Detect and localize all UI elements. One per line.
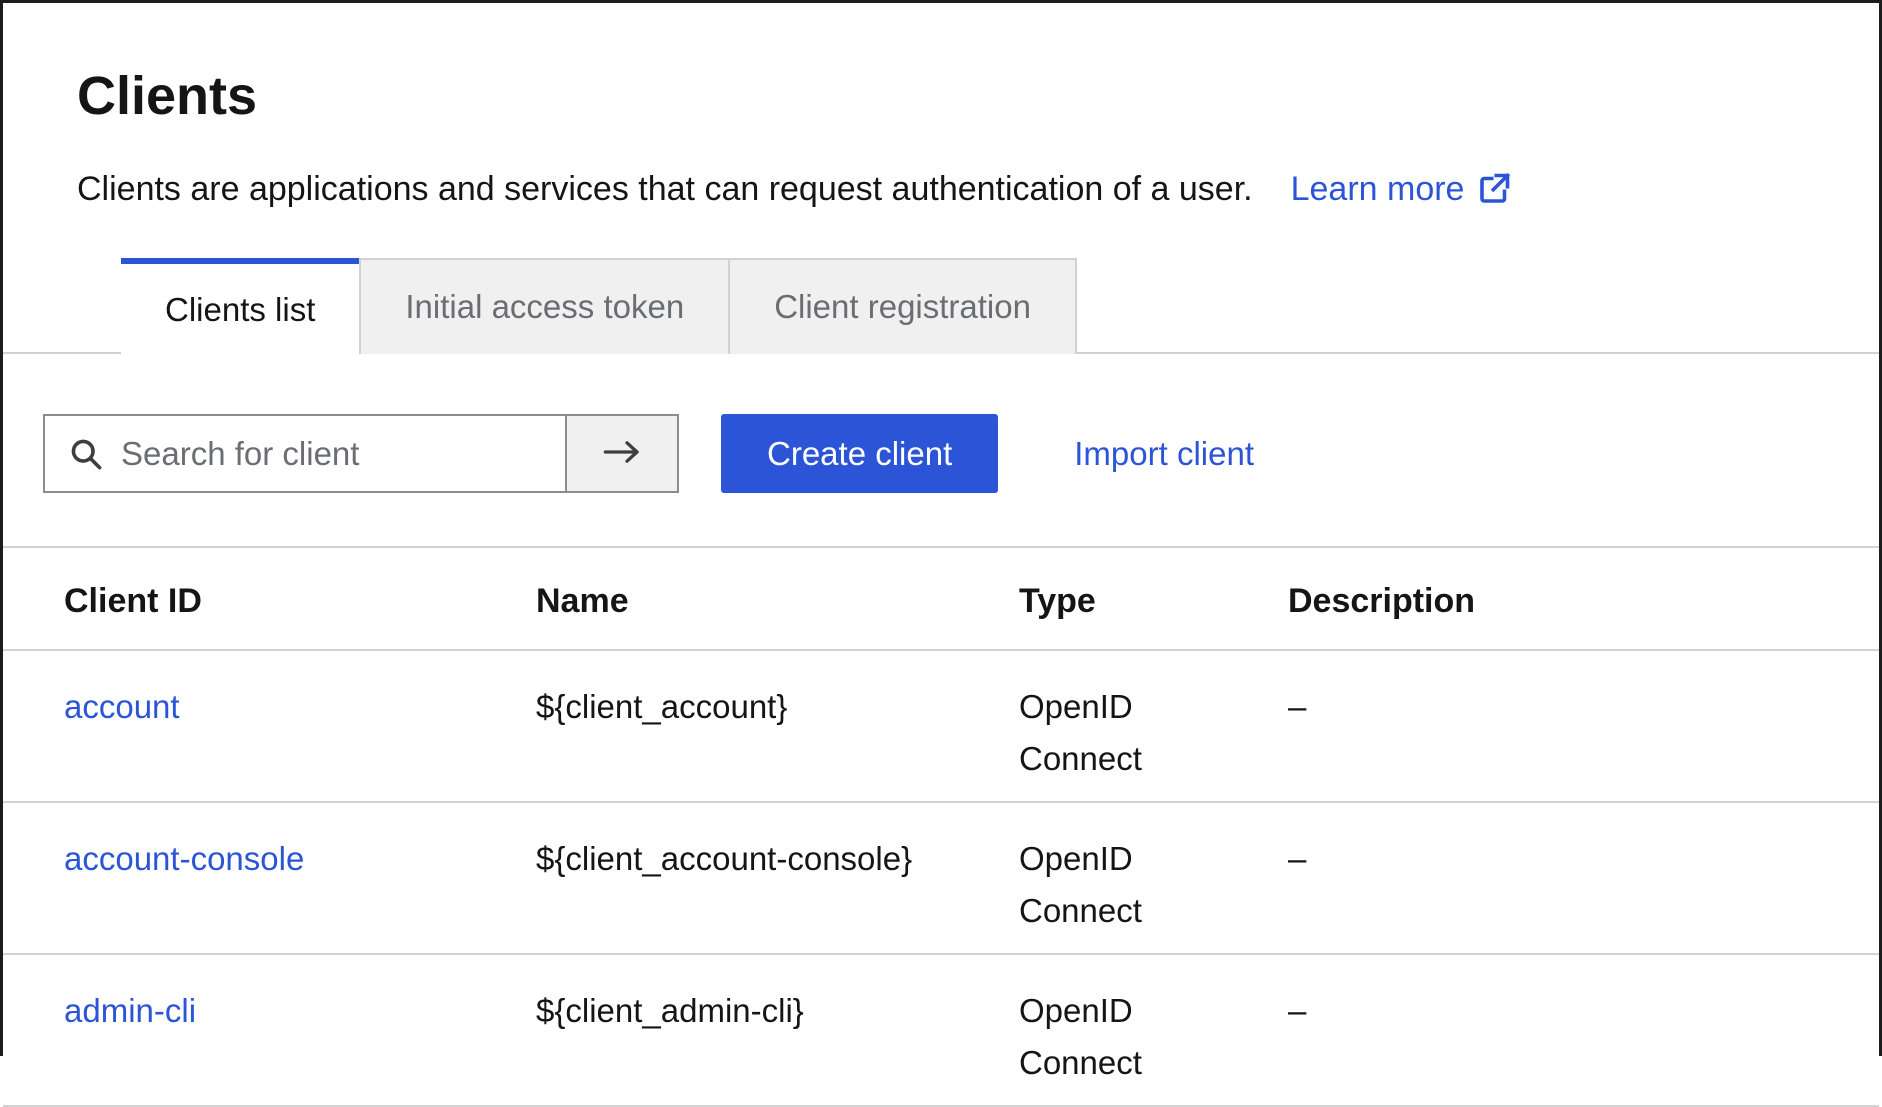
search-submit-button[interactable] <box>565 416 677 491</box>
client-description: – <box>1288 954 1879 1106</box>
client-type: OpenID Connect <box>1019 985 1184 1089</box>
tab-client-registration[interactable]: Client registration <box>730 258 1077 354</box>
column-header-description: Description <box>1288 548 1879 650</box>
client-id-link[interactable]: account-console <box>64 840 304 877</box>
client-name: ${client_admin-cli} <box>536 954 1019 1106</box>
toolbar: Create client Import client <box>3 354 1879 548</box>
client-name: ${client_account} <box>536 650 1019 802</box>
page-description-text: Clients are applications and services th… <box>77 167 1253 211</box>
client-description: – <box>1288 802 1879 954</box>
tab-label: Clients list <box>165 291 315 329</box>
tab-label: Initial access token <box>405 288 684 326</box>
column-header-name: Name <box>536 548 1019 650</box>
arrow-right-icon <box>602 437 642 470</box>
table-row: account-console ${client_account-console… <box>3 802 1879 954</box>
import-client-link[interactable]: Import client <box>1074 435 1254 473</box>
client-id-link[interactable]: account <box>64 688 180 725</box>
tab-label: Client registration <box>774 288 1031 326</box>
tab-bar: Clients list Initial access token Client… <box>3 258 1879 354</box>
create-client-button[interactable]: Create client <box>721 414 998 493</box>
clients-table: Client ID Name Type Description account … <box>3 548 1879 1107</box>
column-header-type: Type <box>1019 548 1288 650</box>
page-title: Clients <box>77 65 1805 127</box>
page-description: Clients are applications and services th… <box>77 167 1805 211</box>
client-id-link[interactable]: admin-cli <box>64 992 196 1029</box>
search-icon <box>45 416 103 491</box>
client-type: OpenID Connect <box>1019 681 1184 785</box>
table-header-row: Client ID Name Type Description <box>3 548 1879 650</box>
client-type: OpenID Connect <box>1019 833 1184 937</box>
page-header: Clients Clients are applications and ser… <box>3 3 1879 211</box>
learn-more-link[interactable]: Learn more <box>1291 167 1513 211</box>
client-description: – <box>1288 650 1879 802</box>
learn-more-label: Learn more <box>1291 167 1465 211</box>
search-group <box>43 414 679 493</box>
table-row: account ${client_account} OpenID Connect… <box>3 650 1879 802</box>
external-link-icon <box>1476 171 1512 207</box>
clients-page: Clients Clients are applications and ser… <box>3 3 1879 1107</box>
table-row: admin-cli ${client_admin-cli} OpenID Con… <box>3 954 1879 1106</box>
tab-clients-list[interactable]: Clients list <box>121 258 359 356</box>
tab-initial-access-token[interactable]: Initial access token <box>359 258 730 354</box>
search-input[interactable] <box>103 416 565 491</box>
client-name: ${client_account-console} <box>536 802 1019 954</box>
table-header: Client ID Name Type Description <box>3 548 1879 650</box>
column-header-client-id: Client ID <box>3 548 536 650</box>
